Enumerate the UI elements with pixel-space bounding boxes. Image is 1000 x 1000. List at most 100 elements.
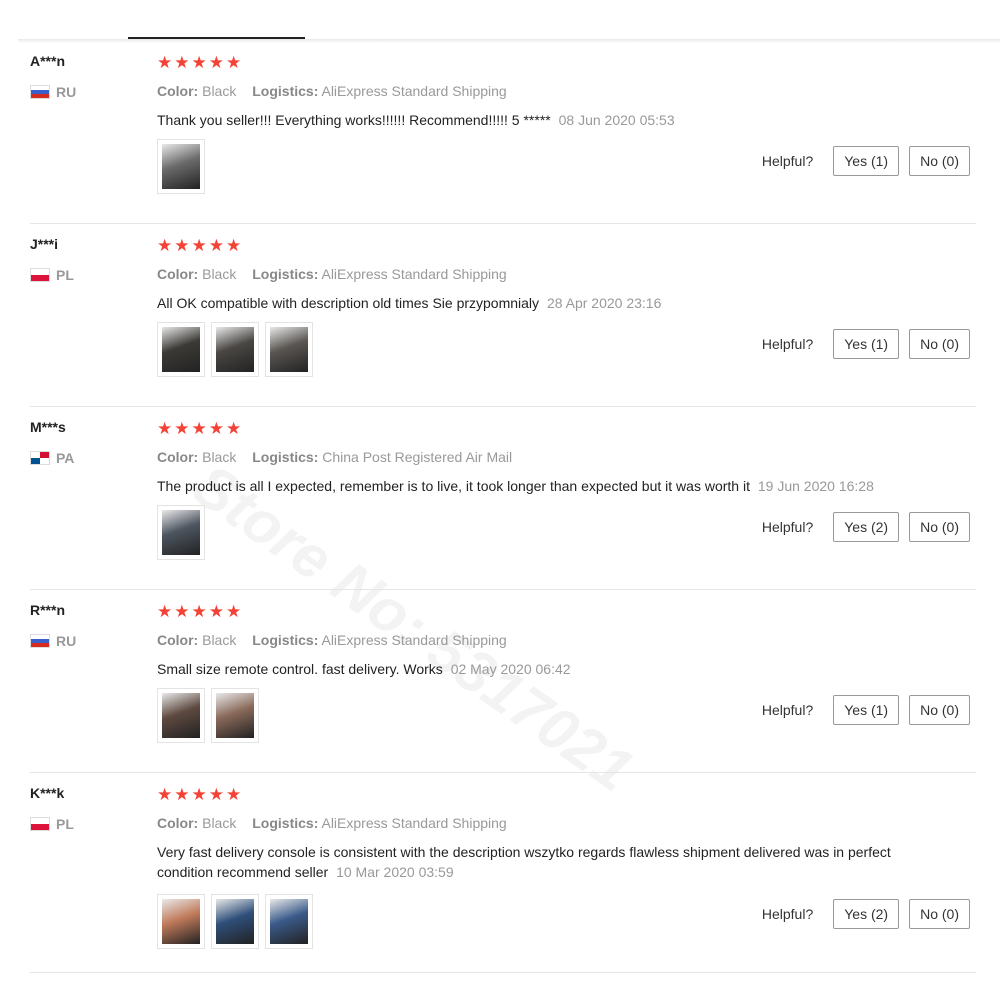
review-attributes: Color: Black Logistics: AliExpress Stand…: [157, 632, 507, 648]
helpful-no-button[interactable]: No (0): [909, 146, 970, 176]
review-photo[interactable]: [265, 322, 313, 377]
review-date: 10 Mar 2020 03:59: [336, 864, 454, 880]
color-label: Color:: [157, 83, 199, 99]
star-rating: ★ ★ ★ ★ ★: [157, 603, 241, 620]
helpful-yes-button[interactable]: Yes (2): [833, 512, 900, 542]
star-icon: ★: [174, 236, 190, 255]
logistics-value: AliExpress Standard Shipping: [321, 632, 507, 648]
review-photo[interactable]: [157, 505, 205, 560]
country-code: RU: [56, 84, 77, 100]
review-attributes: Color: Black Logistics: AliExpress Stand…: [157, 83, 507, 99]
reviewer-name: K***k: [30, 785, 65, 801]
review-date: 02 May 2020 06:42: [450, 661, 571, 677]
star-icon: ★: [191, 53, 207, 72]
helpful-yes-button[interactable]: Yes (1): [833, 329, 900, 359]
review-photo[interactable]: [211, 688, 259, 743]
logistics-label: Logistics:: [252, 815, 319, 831]
review-text: The product is all I expected, remember …: [157, 476, 897, 496]
star-icon: ★: [208, 53, 224, 72]
star-icon: ★: [191, 602, 207, 621]
country-code: RU: [56, 633, 77, 649]
color-value: Black: [202, 83, 237, 99]
logistics-label: Logistics:: [252, 449, 319, 465]
helpful-no-button[interactable]: No (0): [909, 512, 970, 542]
review-photo[interactable]: [157, 139, 205, 194]
star-icon: ★: [208, 602, 224, 621]
star-icon: ★: [226, 602, 242, 621]
star-icon: ★: [157, 785, 173, 804]
star-icon: ★: [174, 53, 190, 72]
helpful-yes-button[interactable]: Yes (2): [833, 899, 900, 929]
helpful-yes-button[interactable]: Yes (1): [833, 695, 900, 725]
star-icon: ★: [157, 602, 173, 621]
helpful-voting: Helpful? Yes (2) No (0): [762, 899, 970, 929]
review-date: 19 Jun 2020 16:28: [757, 478, 874, 494]
tab-bar: [0, 0, 1000, 43]
reviewer-name: R***n: [30, 602, 66, 618]
review-item: K***k PL ★ ★ ★ ★ ★ Color: Black Logistics: A…: [30, 772, 976, 973]
star-icon: ★: [208, 419, 224, 438]
review-attributes: Color: Black Logistics: AliExpress Stand…: [157, 815, 507, 831]
review-text: Thank you seller!!! Everything works!!!!…: [157, 110, 897, 130]
flag-icon: [30, 817, 50, 831]
review-item: A***n RU ★ ★ ★ ★ ★ Color: Black Logistics: A…: [30, 40, 976, 224]
country-code: PA: [56, 450, 75, 466]
logistics-label: Logistics:: [252, 632, 319, 648]
reviewer-country: RU: [30, 633, 76, 649]
helpful-label: Helpful?: [761, 702, 814, 718]
helpful-label: Helpful?: [761, 336, 814, 352]
star-icon: ★: [226, 419, 242, 438]
review-body: Thank you seller!!! Everything works!!!!…: [157, 112, 551, 128]
color-value: Black: [202, 266, 237, 282]
helpful-label: Helpful?: [761, 906, 814, 922]
review-photo[interactable]: [157, 688, 205, 743]
review-text: All OK compatible with description old t…: [157, 293, 897, 313]
flag-icon: [30, 451, 50, 465]
review-text: Very fast delivery console is consistent…: [157, 842, 897, 882]
color-label: Color:: [157, 632, 199, 648]
review-item: M***s PA ★ ★ ★ ★ ★ Color: Black Logistics: C…: [30, 406, 976, 590]
logistics-value: China Post Registered Air Mail: [322, 449, 513, 465]
reviewer-country: PA: [30, 450, 74, 466]
star-icon: ★: [226, 53, 242, 72]
review-photo[interactable]: [157, 322, 205, 377]
review-photos: [157, 688, 259, 743]
helpful-no-button[interactable]: No (0): [909, 899, 970, 929]
review-photos: [157, 322, 313, 377]
reviewer-name: A***n: [30, 53, 66, 69]
color-value: Black: [202, 632, 237, 648]
helpful-no-button[interactable]: No (0): [909, 695, 970, 725]
helpful-no-button[interactable]: No (0): [909, 329, 970, 359]
reviewer-country: PL: [30, 267, 74, 283]
flag-icon: [30, 268, 50, 282]
review-date: 28 Apr 2020 23:16: [546, 295, 662, 311]
star-rating: ★ ★ ★ ★ ★: [157, 420, 241, 437]
review-body: Small size remote control. fast delivery…: [157, 661, 443, 677]
review-text: Small size remote control. fast delivery…: [157, 659, 897, 679]
review-photo[interactable]: [265, 894, 313, 949]
review-date: 08 Jun 2020 05:53: [558, 112, 675, 128]
color-label: Color:: [157, 449, 199, 465]
review-photo[interactable]: [211, 894, 259, 949]
review-photo[interactable]: [211, 322, 259, 377]
logistics-value: AliExpress Standard Shipping: [321, 815, 507, 831]
star-rating: ★ ★ ★ ★ ★: [157, 237, 241, 254]
helpful-yes-button[interactable]: Yes (1): [833, 146, 900, 176]
review-body: Very fast delivery console is consistent…: [157, 844, 891, 880]
star-icon: ★: [174, 419, 190, 438]
reviewer-name: M***s: [30, 419, 66, 435]
color-value: Black: [202, 815, 237, 831]
star-icon: ★: [157, 53, 173, 72]
star-icon: ★: [226, 785, 242, 804]
review-photo[interactable]: [157, 894, 205, 949]
review-item: R***n RU ★ ★ ★ ★ ★ Color: Black Logistics: A…: [30, 589, 976, 773]
reviewer-country: PL: [30, 816, 74, 832]
helpful-voting: Helpful? Yes (2) No (0): [762, 512, 970, 542]
star-icon: ★: [191, 236, 207, 255]
review-body: The product is all I expected, remember …: [157, 478, 750, 494]
star-icon: ★: [174, 602, 190, 621]
star-icon: ★: [191, 785, 207, 804]
color-label: Color:: [157, 815, 199, 831]
star-icon: ★: [208, 236, 224, 255]
star-icon: ★: [226, 236, 242, 255]
